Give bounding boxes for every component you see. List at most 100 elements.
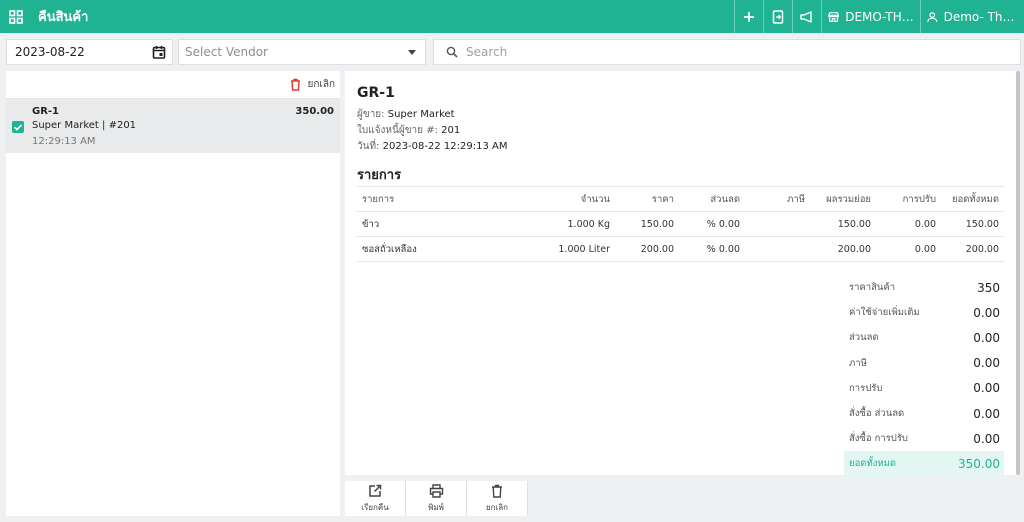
table-row: ข้าว 1.000 Kg 150.00 % 0.00 150.00 0.00 … [357, 211, 1004, 237]
cell-total: 150.00 [941, 211, 1004, 237]
search-placeholder: Search [466, 45, 508, 59]
summary-row-discount: ส่วนลด 0.00 [844, 325, 1004, 350]
summary-panel: ราคาสินค้า 350 ค่าใช้จ่ายเพิ่มเติม 0.00 ส่… [844, 275, 1004, 477]
invoice-meta: ใบแจ้งหนี้ผู้ขาย #: 201 [357, 123, 460, 138]
col-header-qty: จำนวน [492, 186, 615, 212]
date-meta: วันที่: 2023-08-22 12:29:13 AM [357, 139, 507, 154]
col-header-tax: ภาษี [745, 186, 810, 212]
print-label: พิมพ์ [428, 502, 444, 512]
action-bar: เรียกคืน พิมพ์ ยกเลิก [345, 481, 528, 516]
summary-label: สั่งซื้อ การปรับ [849, 433, 908, 445]
scrollbar[interactable] [1016, 71, 1020, 475]
items-section-title: รายการ [357, 168, 402, 183]
invoice-meta-label: ใบแจ้งหนี้ผู้ขาย #: [357, 125, 438, 136]
summary-row-extra-cost: ค่าใช้จ่ายเพิ่มเติม 0.00 [844, 300, 1004, 325]
cell-qty: 1.000 Liter [492, 236, 615, 262]
items-table: รายการ จำนวน ราคา ส่วนลด ภาษี ผลรวมย่อย … [357, 186, 1004, 262]
user-icon [927, 11, 938, 22]
page-title: คืนสินค้า [38, 10, 89, 25]
top-bar: คืนสินค้า DEMO-THAI... Demo- Thail... [0, 0, 1024, 33]
date-meta-value: 2023-08-22 12:29:13 AM [382, 141, 508, 152]
print-button[interactable]: พิมพ์ [406, 481, 467, 516]
vendor-select[interactable]: Select Vendor [178, 39, 426, 65]
item-id: GR-1 [32, 106, 60, 117]
cell-subtotal: 200.00 [810, 236, 876, 262]
trash-icon [291, 78, 301, 91]
vendor-meta: ผู้ขาย: Super Market [357, 107, 455, 122]
summary-value: 350.00 [958, 456, 1000, 471]
item-time: 12:29:13 AM [32, 136, 96, 147]
summary-label: สั่งซื้อ ส่วนลด [849, 408, 905, 420]
announcement-button[interactable] [792, 0, 821, 33]
date-value: 2023-08-22 [15, 45, 85, 59]
search-icon [446, 46, 458, 58]
cell-adjust: 0.00 [876, 236, 941, 262]
cell-total: 200.00 [941, 236, 1004, 262]
user-menu[interactable]: Demo- Thail... [920, 0, 1024, 33]
summary-row-order-discount: สั่งซื้อ ส่วนลด 0.00 [844, 401, 1004, 426]
reopen-label: เรียกคืน [361, 502, 389, 512]
summary-row-tax: ภาษี 0.00 [844, 351, 1004, 376]
col-header-subtotal: ผลรวมย่อย [810, 186, 876, 212]
calendar-icon[interactable] [152, 45, 166, 59]
summary-value: 350 [977, 280, 1000, 295]
col-header-discount: ส่วนลด [679, 186, 745, 212]
summary-label: การปรับ [849, 382, 883, 394]
summary-value: 0.00 [973, 381, 1000, 396]
summary-label: ราคาสินค้า [849, 282, 896, 294]
user-label: Demo- Thail... [943, 9, 1018, 24]
cell-subtotal: 150.00 [810, 211, 876, 237]
cell-tax [745, 236, 810, 262]
check-icon [13, 124, 23, 131]
cancel-selected-button[interactable]: ยกเลิก [290, 77, 335, 92]
summary-value: 0.00 [973, 356, 1000, 371]
search-input[interactable]: Search [433, 39, 1021, 65]
col-header-item: รายการ [357, 186, 492, 212]
printer-icon [429, 483, 443, 498]
detail-panel: GR-1 ผู้ขาย: Super Market ใบแจ้งหนี้ผู้ข… [345, 71, 1017, 477]
date-filter[interactable]: 2023-08-22 [6, 39, 173, 65]
cancel-button[interactable]: ยกเลิก [467, 481, 528, 516]
col-header-adjust: การปรับ [876, 186, 941, 212]
summary-value: 0.00 [973, 330, 1000, 345]
invoice-meta-value: 201 [441, 125, 461, 136]
vendor-placeholder: Select Vendor [185, 45, 268, 59]
vendor-meta-value: Super Market [387, 109, 455, 120]
mobile-transfer-button[interactable] [763, 0, 792, 33]
cell-discount: % 0.00 [679, 211, 745, 237]
summary-value: 0.00 [973, 406, 1000, 421]
cancel-label: ยกเลิก [485, 502, 508, 512]
cell-adjust: 0.00 [876, 211, 941, 237]
summary-row-adjust: การปรับ 0.00 [844, 376, 1004, 401]
summary-value: 0.00 [973, 431, 1000, 446]
col-header-price: ราคา [615, 186, 679, 212]
cell-discount: % 0.00 [679, 236, 745, 262]
store-label: DEMO-THAI... [845, 9, 914, 24]
external-link-icon [369, 484, 382, 497]
return-list-panel: ยกเลิก GR-1 Super Market | #201 12:29:13… [6, 71, 340, 516]
summary-value: 0.00 [973, 305, 1000, 320]
add-button[interactable] [734, 0, 763, 33]
summary-label: ภาษี [849, 357, 867, 369]
store-selector[interactable]: DEMO-THAI... [821, 0, 920, 33]
plus-icon [744, 11, 754, 22]
vendor-meta-label: ผู้ขาย: [357, 109, 385, 120]
store-icon [828, 11, 839, 22]
mobile-transfer-icon [772, 9, 784, 24]
summary-row-grand-total: ยอดทั้งหมด 350.00 [844, 451, 1004, 477]
megaphone-icon [800, 10, 812, 23]
summary-row-goods: ราคาสินค้า 350 [844, 275, 1004, 300]
cell-qty: 1.000 Kg [492, 211, 615, 237]
date-meta-label: วันที่: [357, 141, 380, 152]
list-item[interactable]: GR-1 Super Market | #201 12:29:13 AM 350… [6, 99, 340, 153]
item-checkbox[interactable] [12, 121, 24, 133]
reopen-button[interactable]: เรียกคืน [345, 481, 406, 516]
summary-label: ส่วนลด [849, 332, 879, 344]
cell-tax [745, 211, 810, 237]
item-amount: 350.00 [295, 106, 334, 117]
col-header-total: ยอดทั้งหมด [941, 186, 1004, 212]
cell-price: 200.00 [615, 236, 679, 262]
summary-label: ยอดทั้งหมด [849, 458, 897, 470]
table-header-row: รายการ จำนวน ราคา ส่วนลด ภาษี ผลรวมย่อย … [357, 186, 1004, 212]
apps-grid-icon[interactable] [0, 0, 32, 33]
